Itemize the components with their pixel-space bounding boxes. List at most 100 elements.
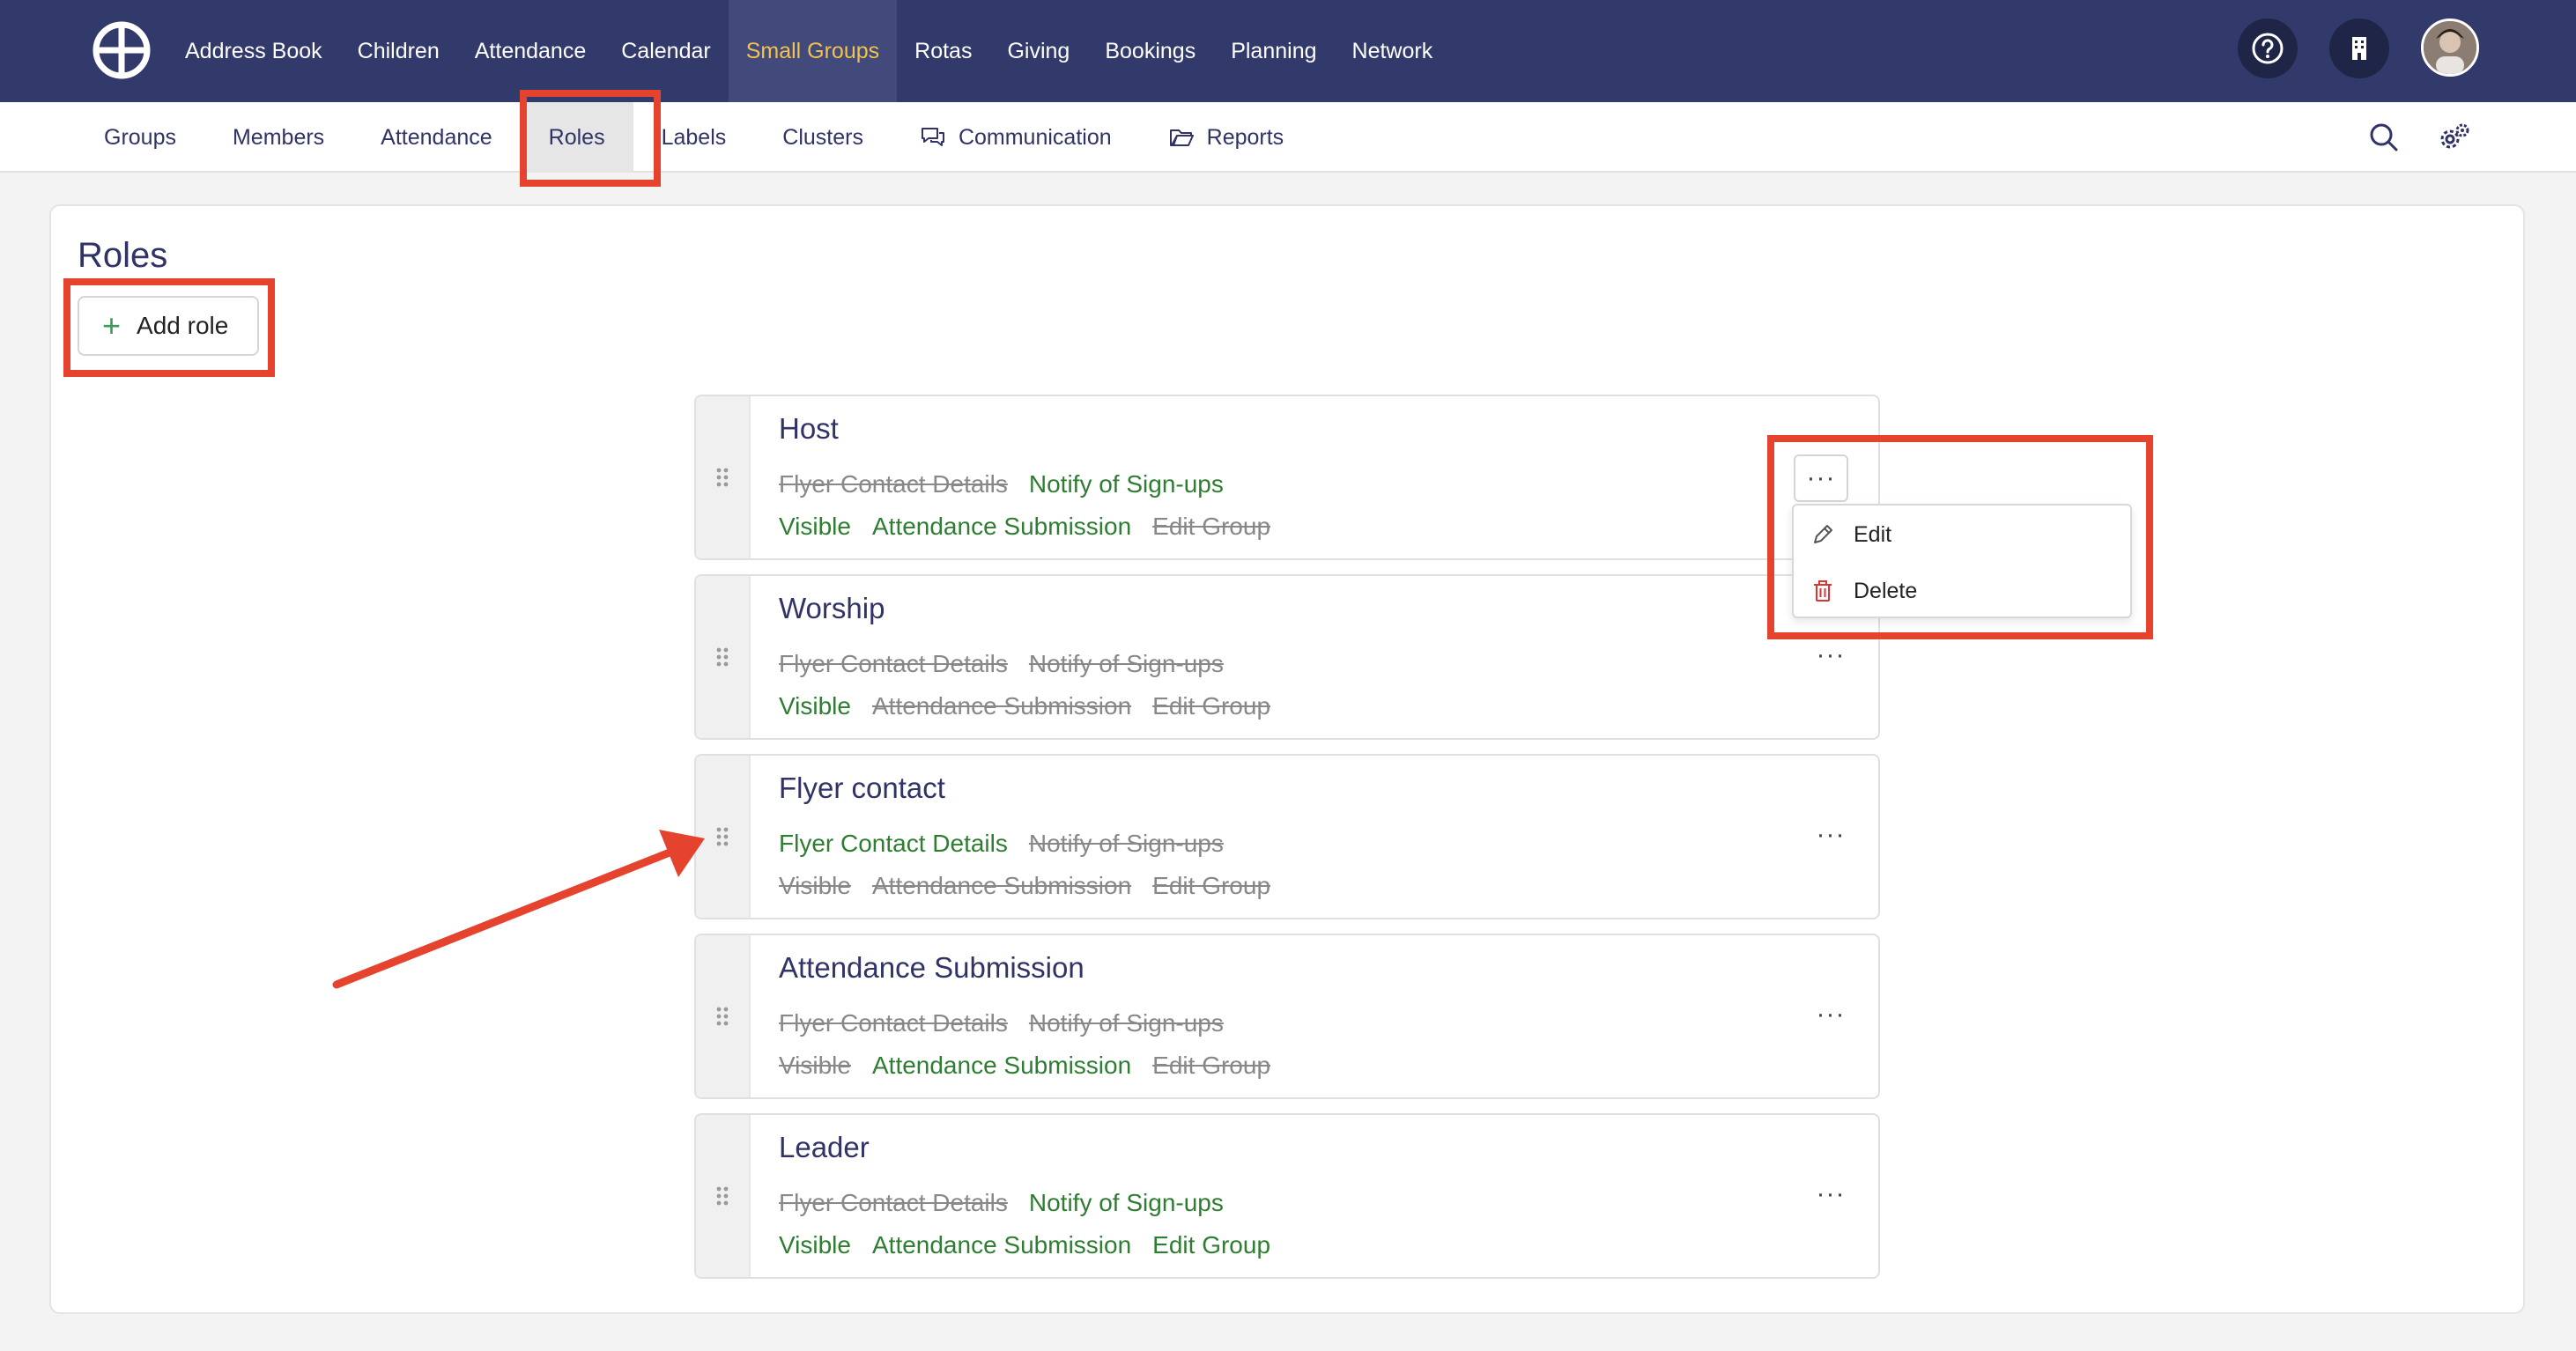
more-actions-button[interactable]: ··· (1813, 997, 1848, 1032)
role-row: Host Flyer Contact Details Notify of Sign-… (694, 395, 1880, 560)
topnav-item-calendar[interactable]: Calendar (603, 0, 728, 102)
tab-labels[interactable]: Labels (633, 102, 755, 173)
role-row: Flyer contact Flyer Contact Details Notify… (694, 754, 1880, 919)
main-nav: Address Book Children Attendance Calendar Sm… (167, 0, 1450, 102)
permission-list: Visible Attendance Submission Edit Group (779, 1231, 1270, 1259)
permission-attendance-submission: Attendance Submission (871, 513, 1132, 540)
sub-navigation-bar: Groups Members Attendance Roles Labels Cluste… (0, 102, 2576, 173)
permission-list: Flyer Contact Details Notify of Sign-ups (779, 830, 1224, 858)
more-actions-button[interactable]: ··· (1794, 454, 1848, 502)
role-name: Host (779, 412, 839, 445)
permission-edit-group: Edit Group (1152, 692, 1271, 720)
permission-notify-of-sign-ups: Notify of Sign-ups (1028, 830, 1224, 857)
role-list: Host Flyer Contact Details Notify of Sign-… (694, 395, 1880, 1293)
tab-label: Labels (661, 124, 727, 150)
folder-icon (1169, 129, 1194, 146)
permission-list: Visible Attendance Submission Edit Group (779, 1052, 1270, 1080)
permission-attendance-submission: Attendance Submission (871, 692, 1132, 720)
role-name: Flyer contact (779, 771, 945, 804)
role-name: Worship (779, 592, 885, 624)
tab-label: Communication (958, 124, 1112, 150)
chat-icon (921, 128, 944, 146)
permission-visible: Visible (779, 872, 851, 899)
topnav-item-attendance[interactable]: Attendance (457, 0, 604, 102)
drag-handle[interactable] (696, 576, 751, 738)
tab-roles[interactable]: Roles (520, 102, 633, 173)
delete-menu-item[interactable]: Delete (1794, 564, 2130, 618)
help-button[interactable] (2238, 18, 2298, 78)
settings-button[interactable] (2437, 120, 2472, 155)
grip-icon (716, 647, 729, 667)
permission-notify-of-sign-ups: Notify of Sign-ups (1028, 1009, 1224, 1037)
small-groups-nav: Groups Members Attendance Roles Labels Cluste… (76, 102, 1312, 173)
logo-icon[interactable] (92, 20, 152, 80)
topnav-item-planning[interactable]: Planning (1213, 0, 1334, 102)
tab-label: Roles (548, 124, 605, 150)
tab-label: Clusters (782, 124, 863, 150)
tab-reports[interactable]: Reports (1140, 102, 1313, 173)
permission-visible: Visible (779, 692, 851, 720)
permission-list: Visible Attendance Submission Edit Group (779, 513, 1270, 541)
edit-label: Edit (1854, 521, 1892, 547)
page-title: Roles (78, 236, 168, 275)
permission-list: Flyer Contact Details Notify of Sign-ups (779, 1009, 1224, 1037)
permission-edit-group: Edit Group (1152, 1052, 1271, 1079)
permission-flyer-contact-details: Flyer Contact Details (779, 1189, 1008, 1216)
tab-communication[interactable]: Communication (892, 102, 1140, 173)
building-icon (2352, 37, 2366, 60)
tab-groups[interactable]: Groups (76, 102, 204, 173)
search-button[interactable] (2366, 120, 2402, 155)
tab-label: Groups (104, 124, 176, 150)
organisation-button[interactable] (2329, 18, 2389, 78)
topnav-item-address-book[interactable]: Address Book (167, 0, 340, 102)
pencil-icon (1814, 525, 1832, 543)
add-role-label: Add role (137, 312, 229, 339)
more-actions-button[interactable]: ··· (1813, 817, 1848, 853)
permission-flyer-contact-details: Flyer Contact Details (779, 470, 1008, 498)
delete-label: Delete (1854, 578, 1918, 603)
topnav-item-rotas[interactable]: Rotas (897, 0, 989, 102)
topnav-item-giving[interactable]: Giving (989, 0, 1087, 102)
tab-clusters[interactable]: Clusters (754, 102, 892, 173)
permission-notify-of-sign-ups: Notify of Sign-ups (1028, 1189, 1224, 1216)
tab-label: Reports (1206, 124, 1284, 150)
drag-handle[interactable] (696, 396, 751, 558)
search-icon (2370, 123, 2398, 151)
role-actions-menu: Edit Delete (1792, 504, 2132, 618)
permission-attendance-submission: Attendance Submission (871, 872, 1132, 899)
permission-notify-of-sign-ups: Notify of Sign-ups (1028, 650, 1224, 677)
permission-attendance-submission: Attendance Submission (871, 1231, 1132, 1259)
topnav-item-network[interactable]: Network (1335, 0, 1451, 102)
permission-visible: Visible (779, 1052, 851, 1079)
permission-list: Flyer Contact Details Notify of Sign-ups (779, 1189, 1224, 1217)
permission-list: Flyer Contact Details Notify of Sign-ups (779, 650, 1224, 678)
more-actions-button[interactable]: ··· (1813, 638, 1848, 673)
permission-flyer-contact-details: Flyer Contact Details (779, 830, 1008, 857)
role-name: Leader (779, 1131, 870, 1163)
drag-handle[interactable] (696, 1115, 751, 1277)
grip-icon (716, 468, 729, 487)
grip-icon (716, 1186, 729, 1206)
permission-attendance-submission: Attendance Submission (871, 1052, 1132, 1079)
add-role-button[interactable]: + Add role (78, 296, 259, 356)
topnav-item-bookings[interactable]: Bookings (1087, 0, 1213, 102)
help-icon (2252, 33, 2284, 64)
role-name: Attendance Submission (779, 951, 1084, 984)
topnav-item-children[interactable]: Children (340, 0, 457, 102)
tab-members[interactable]: Members (204, 102, 352, 173)
user-avatar[interactable] (2421, 18, 2479, 77)
tab-attendance[interactable]: Attendance (352, 102, 521, 173)
topnav-item-small-groups[interactable]: Small Groups (728, 0, 898, 102)
top-navigation-bar: Address Book Children Attendance Calendar Sm… (0, 0, 2576, 102)
tab-label: Attendance (381, 124, 492, 150)
drag-handle-arrow (332, 830, 705, 989)
more-actions-button[interactable]: ··· (1813, 1177, 1848, 1212)
permission-edit-group: Edit Group (1152, 872, 1271, 899)
avatar-image (2424, 21, 2476, 74)
role-row: Worship Flyer Contact Details Notify of Si… (694, 574, 1880, 740)
trash-icon (1814, 580, 1832, 602)
edit-menu-item[interactable]: Edit (1794, 507, 2130, 562)
plus-icon: + (102, 307, 122, 343)
role-row: Attendance Submission Flyer Contact Detai… (694, 934, 1880, 1099)
grip-icon (716, 1007, 729, 1026)
